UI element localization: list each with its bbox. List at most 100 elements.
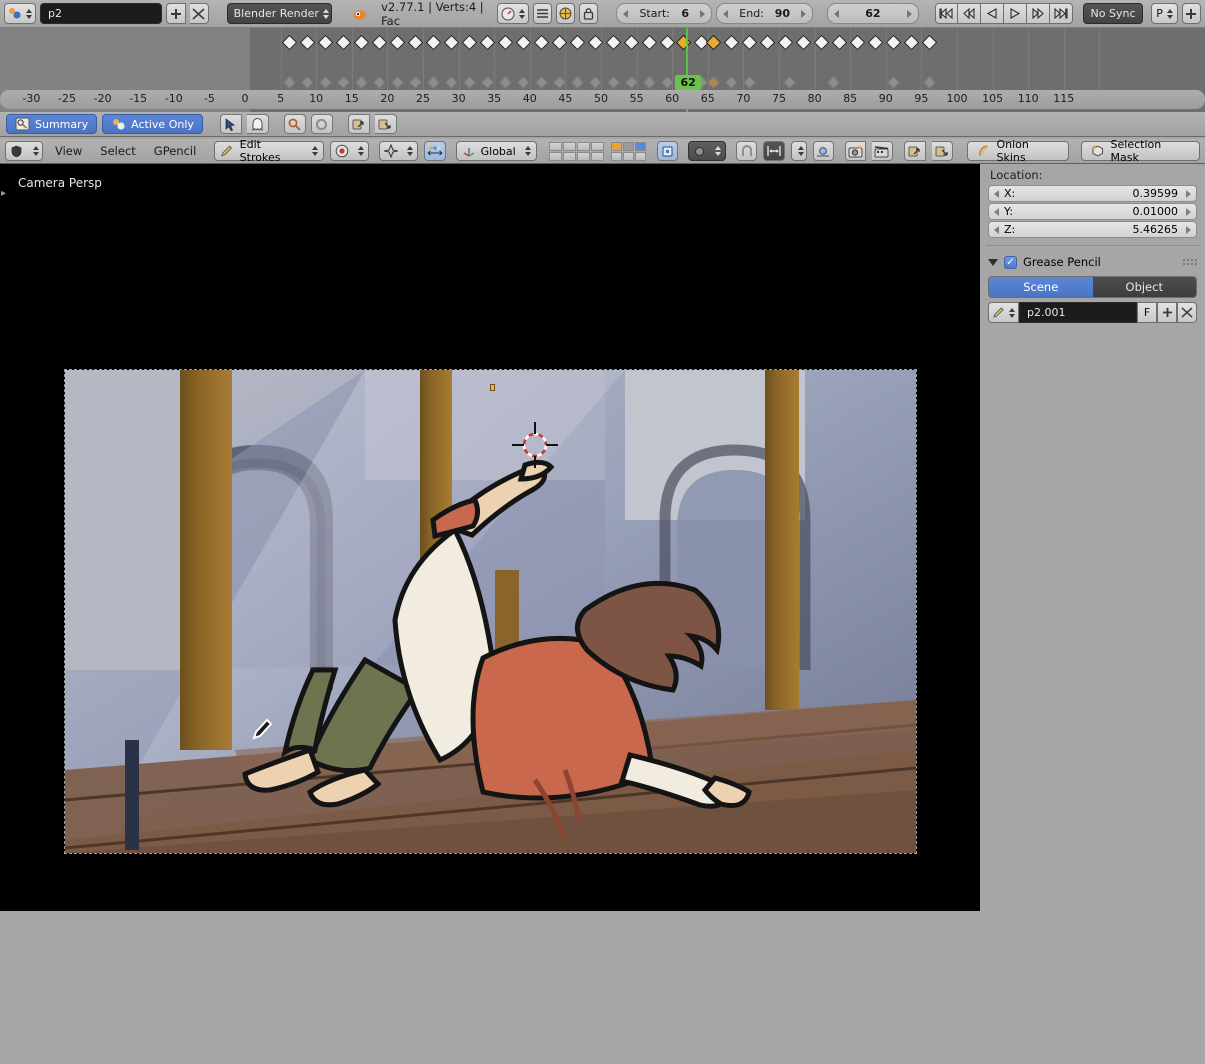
summary-keyframe[interactable] bbox=[827, 76, 840, 89]
current-frame-field[interactable]: 62 bbox=[826, 3, 919, 24]
increment-arrow[interactable] bbox=[800, 9, 806, 18]
summary-keyframe[interactable] bbox=[643, 76, 656, 89]
location-z-field[interactable]: Z: 5.46265 bbox=[988, 221, 1197, 238]
frame-start-field[interactable]: Start: 6 bbox=[616, 3, 713, 24]
paste-button[interactable] bbox=[931, 141, 954, 161]
layer-cell[interactable] bbox=[610, 151, 622, 161]
layer-cell-active[interactable] bbox=[610, 141, 622, 151]
increment-arrow[interactable] bbox=[1186, 207, 1191, 216]
summary-keyframe[interactable] bbox=[887, 76, 900, 89]
previous-keyframe-button[interactable] bbox=[957, 3, 981, 24]
keyframe[interactable] bbox=[425, 34, 442, 51]
summary-keyframe[interactable] bbox=[743, 76, 756, 89]
frame-end-field[interactable]: End: 90 bbox=[716, 3, 813, 24]
keyframe[interactable] bbox=[371, 34, 388, 51]
increment-arrow[interactable] bbox=[906, 9, 912, 18]
summary-keyframe[interactable] bbox=[373, 76, 386, 89]
summary-keyframe[interactable] bbox=[283, 76, 296, 89]
ghost-button[interactable] bbox=[246, 114, 269, 134]
summary-keyframe[interactable] bbox=[553, 76, 566, 89]
manipulator-toggle[interactable] bbox=[424, 141, 446, 161]
gp-datablock-browse[interactable] bbox=[988, 302, 1019, 323]
keyframe[interactable] bbox=[885, 34, 902, 51]
fake-user-button[interactable]: F bbox=[1137, 302, 1157, 323]
layer-cell[interactable] bbox=[548, 151, 562, 161]
layer-cell[interactable] bbox=[622, 151, 634, 161]
layer-visibility-grid-2[interactable] bbox=[610, 141, 646, 161]
increment-arrow[interactable] bbox=[700, 9, 706, 18]
add-scene-button[interactable] bbox=[166, 3, 186, 24]
summary-keyframe[interactable] bbox=[481, 76, 494, 89]
snap-target-spinner-box[interactable] bbox=[790, 141, 807, 161]
proportional-spinner[interactable] bbox=[1166, 8, 1173, 19]
summary-keyframe[interactable] bbox=[535, 76, 548, 89]
render-image-button[interactable] bbox=[844, 141, 867, 161]
keyframe[interactable] bbox=[831, 34, 848, 51]
summary-keyframe[interactable] bbox=[463, 76, 476, 89]
summary-keyframe[interactable] bbox=[319, 76, 332, 89]
keyframe[interactable] bbox=[281, 34, 298, 51]
decrement-arrow[interactable] bbox=[994, 225, 999, 234]
keyframe[interactable] bbox=[813, 34, 830, 51]
keyframe[interactable] bbox=[533, 34, 550, 51]
lock-camera-button[interactable] bbox=[656, 141, 679, 161]
keyframe[interactable] bbox=[849, 34, 866, 51]
play-button[interactable] bbox=[1003, 3, 1027, 24]
editor-type-spinner[interactable] bbox=[26, 8, 32, 19]
gp-point-handle[interactable] bbox=[490, 384, 495, 391]
snap-target-mode[interactable] bbox=[763, 141, 785, 161]
snap-magnet-toggle[interactable] bbox=[736, 141, 758, 161]
increment-arrow[interactable] bbox=[1186, 189, 1191, 198]
shading-spinner[interactable] bbox=[358, 146, 365, 156]
keyframe[interactable] bbox=[407, 34, 424, 51]
menu-select[interactable]: Select bbox=[94, 144, 141, 158]
keyframe[interactable] bbox=[479, 34, 496, 51]
unlink-datablock-button[interactable] bbox=[1177, 302, 1197, 323]
snap-peel-button[interactable] bbox=[812, 141, 834, 161]
summary-keyframe[interactable] bbox=[337, 76, 350, 89]
summary-keyframe[interactable] bbox=[783, 76, 796, 89]
selection-mask-toggle[interactable]: Selection Mask bbox=[1081, 138, 1200, 164]
keyframe[interactable] bbox=[461, 34, 478, 51]
summary-keyframe[interactable] bbox=[607, 76, 620, 89]
transform-orientation-selector[interactable]: Global bbox=[455, 141, 537, 161]
keyframe[interactable] bbox=[903, 34, 920, 51]
decrement-arrow[interactable] bbox=[834, 9, 840, 18]
summary-toggle[interactable]: Summary bbox=[6, 114, 98, 134]
chevron-down-icon[interactable] bbox=[988, 258, 998, 266]
3d-viewport[interactable]: Camera Persp ▸ bbox=[0, 164, 980, 911]
snap-target-spinner[interactable] bbox=[797, 146, 804, 156]
timeline-ruler[interactable]: -30 -25 -20 -15 -10 -5 0 5 10 15 20 25 30 35 40 45 50 55 6… bbox=[0, 90, 1205, 109]
keyframe[interactable] bbox=[569, 34, 586, 51]
gp-datablock-name-field[interactable]: p2.001 bbox=[1019, 302, 1137, 323]
sync-mode-button[interactable]: No Sync bbox=[1082, 3, 1144, 24]
keyframe[interactable] bbox=[675, 34, 692, 51]
orientation-spinner[interactable] bbox=[524, 146, 531, 156]
keyframe[interactable] bbox=[389, 34, 406, 51]
decrement-arrow[interactable] bbox=[723, 9, 729, 18]
summary-keyframe[interactable] bbox=[445, 76, 458, 89]
lock-scene-button[interactable] bbox=[578, 3, 599, 24]
keyframe[interactable] bbox=[723, 34, 740, 51]
grease-pencil-checkbox[interactable]: ✓ bbox=[1004, 255, 1017, 269]
summary-keyframe[interactable] bbox=[301, 76, 314, 89]
keyframe[interactable] bbox=[759, 34, 776, 51]
layer-cell[interactable] bbox=[576, 151, 590, 161]
layer-cell[interactable] bbox=[634, 151, 646, 161]
editor-type-button[interactable] bbox=[5, 141, 43, 161]
layer-cell[interactable] bbox=[562, 141, 576, 151]
keyframe[interactable] bbox=[353, 34, 370, 51]
summary-keyframe[interactable] bbox=[725, 76, 738, 89]
shading-mode-selector[interactable] bbox=[330, 141, 370, 161]
add-screen-button[interactable] bbox=[1181, 3, 1202, 24]
layer-cell[interactable] bbox=[548, 141, 562, 151]
pivot-point-selector[interactable] bbox=[379, 141, 419, 161]
render-engine-selector[interactable]: Blender Render bbox=[226, 3, 332, 24]
scene-layers-button[interactable] bbox=[532, 3, 552, 24]
jump-to-start-button[interactable] bbox=[934, 3, 958, 24]
keyframe[interactable] bbox=[335, 34, 352, 51]
paste-keyframes-button[interactable] bbox=[374, 114, 397, 134]
tab-object[interactable]: Object bbox=[1092, 277, 1196, 297]
snap-element-selector[interactable] bbox=[688, 141, 727, 161]
magnify-button[interactable] bbox=[283, 114, 306, 134]
